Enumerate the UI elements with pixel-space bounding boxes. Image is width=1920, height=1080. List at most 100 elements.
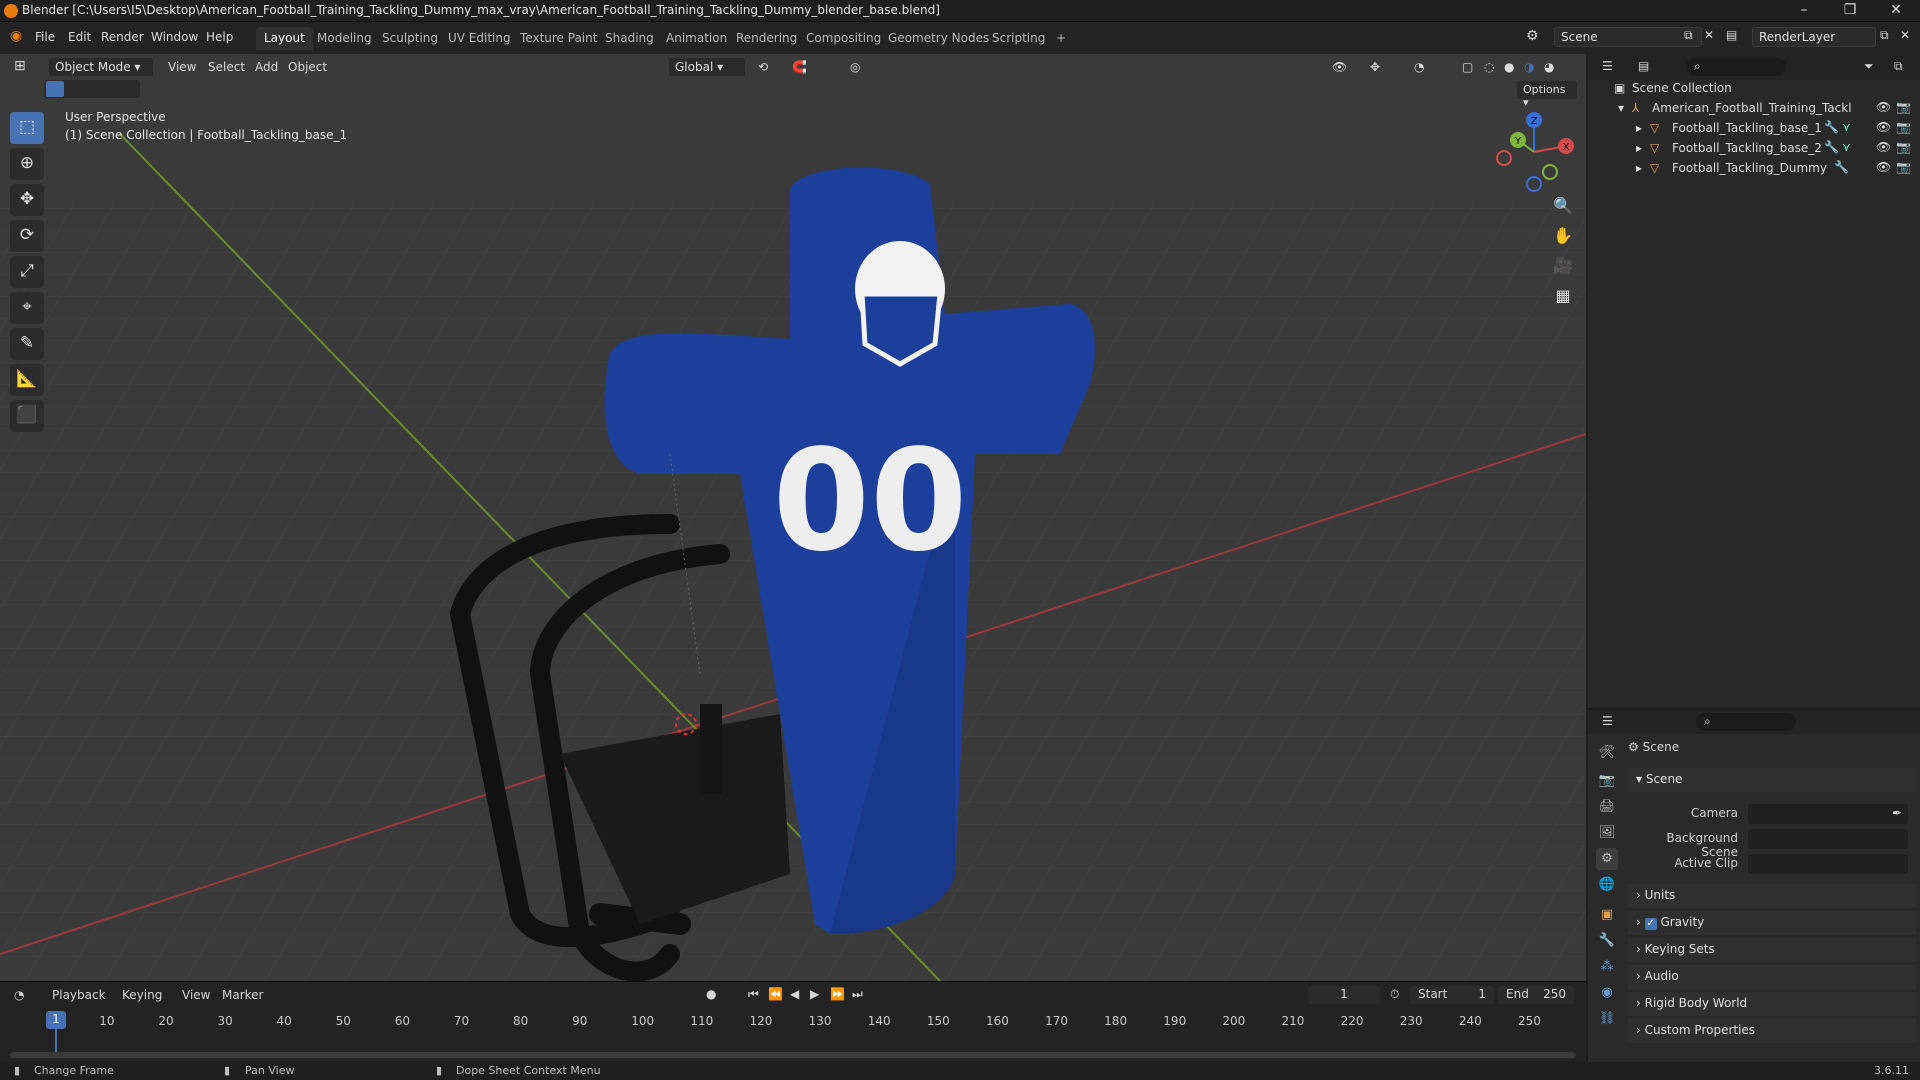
properties-search-input[interactable]: ⌕ xyxy=(1696,713,1796,731)
pan-hand-icon[interactable]: ✋ xyxy=(1548,222,1578,250)
menu-edit[interactable]: Edit xyxy=(68,30,91,44)
shading-wireframe-icon[interactable]: ◌ xyxy=(1484,60,1494,74)
render-tab-icon[interactable]: 📷 xyxy=(1596,770,1618,792)
select-mode-group[interactable] xyxy=(44,80,140,98)
mode-dropdown[interactable]: Object Mode ▾ xyxy=(48,57,154,77)
menu-select[interactable]: Select xyxy=(208,60,245,74)
tab-sculpting[interactable]: Sculpting xyxy=(374,27,446,50)
select-box-icon[interactable]: ⬚ xyxy=(10,112,44,144)
tab-geometry-nodes[interactable]: Geometry Nodes xyxy=(880,27,997,50)
snap-icon[interactable]: 🧲 xyxy=(792,60,807,74)
overlay-icon[interactable]: ◔ xyxy=(1414,60,1424,74)
tab-compositing[interactable]: Compositing xyxy=(798,27,889,50)
frame-ruler[interactable]: 10 20 30 40 50 60 70 80 90 100 110 120 130 140 150 160 1… xyxy=(0,982,1586,1042)
menu-object[interactable]: Object xyxy=(288,60,327,74)
view-layer-tab-icon[interactable]: 🖼 xyxy=(1596,822,1618,844)
eye-icon[interactable]: 👁 xyxy=(1876,160,1891,174)
scene-tab-icon[interactable]: ⚙ xyxy=(1596,848,1618,870)
audio-panel-header[interactable]: › Audio xyxy=(1628,965,1916,989)
scene-panel-header[interactable]: ▾ Scene xyxy=(1628,768,1916,792)
eyedropper-icon[interactable]: ✒ xyxy=(1892,806,1902,820)
object-tab-icon[interactable]: ▣ xyxy=(1596,904,1618,926)
eye-icon[interactable]: 👁 xyxy=(1876,120,1891,134)
rotate-tool-icon[interactable]: ⟳ xyxy=(10,220,44,252)
active-clip-field[interactable] xyxy=(1748,854,1908,874)
world-tab-icon[interactable]: 🌐 xyxy=(1596,874,1618,896)
add-workspace-button[interactable]: + xyxy=(1048,27,1074,50)
shading-material-icon[interactable]: ◑ xyxy=(1524,60,1534,74)
render-layer-field[interactable]: RenderLayer xyxy=(1752,27,1876,47)
rigid-body-world-panel-header[interactable]: › Rigid Body World xyxy=(1628,992,1916,1016)
menu-view[interactable]: View xyxy=(168,60,196,74)
menu-render[interactable]: Render xyxy=(101,30,144,44)
physics-tab-icon[interactable]: ◉ xyxy=(1596,982,1618,1004)
expand-toggle-icon[interactable]: ▾ xyxy=(1618,101,1624,115)
outliner-row-collection[interactable]: ▾ ⅄ American_Football_Training_Tackling_… xyxy=(1588,98,1920,118)
maximize-button[interactable]: ❐ xyxy=(1827,0,1873,22)
playhead[interactable]: 1 xyxy=(46,1011,66,1029)
tab-uv-editing[interactable]: UV Editing xyxy=(440,27,519,50)
outliner-row-base1[interactable]: ▸ ▽ Football_Tackling_base_1 🔧 ⋎ 👁 📷 xyxy=(1588,118,1920,138)
tab-modeling[interactable]: Modeling xyxy=(309,27,380,50)
properties-editor-icon[interactable]: ☰ xyxy=(1602,714,1613,728)
close-button[interactable]: ✕ xyxy=(1873,0,1919,22)
outliner-row-base2[interactable]: ▸ ▽ Football_Tackling_base_2 🔧 ⋎ 👁 📷 xyxy=(1588,138,1920,158)
ortho-grid-icon[interactable]: ▦ xyxy=(1548,282,1578,310)
scene-name-field[interactable]: Scene xyxy=(1554,27,1702,47)
background-scene-field[interactable] xyxy=(1748,829,1908,849)
vertex-group-icon[interactable]: ⋎ xyxy=(1842,140,1851,154)
options-dropdown[interactable]: Options ▾ xyxy=(1516,80,1578,109)
tab-shading[interactable]: Shading xyxy=(597,27,662,50)
move-tool-icon[interactable]: ✥ xyxy=(10,184,44,216)
render-camera-icon[interactable]: 📷 xyxy=(1896,100,1911,114)
navigation-gizmo[interactable]: Z X Y xyxy=(1496,110,1574,194)
menu-add[interactable]: Add xyxy=(255,60,278,74)
particles-tab-icon[interactable]: ⁂ xyxy=(1596,956,1618,978)
select-new-icon[interactable] xyxy=(46,81,64,97)
outliner-editor-icon[interactable]: ☰ xyxy=(1602,59,1613,73)
keying-sets-panel-header[interactable]: › Keying Sets xyxy=(1628,938,1916,962)
outliner-row-dummy[interactable]: ▸ ▽ Football_Tackling_Dummy 🔧 👁 📷 xyxy=(1588,158,1920,178)
render-camera-icon[interactable]: 📷 xyxy=(1896,160,1911,174)
camera-field[interactable]: ✒ xyxy=(1748,804,1908,824)
gravity-checkbox[interactable]: ✓ xyxy=(1644,918,1657,930)
expand-toggle-icon[interactable]: ▸ xyxy=(1636,121,1642,135)
menu-help[interactable]: Help xyxy=(206,30,233,44)
gizmo-toggle-icon[interactable]: ✥ xyxy=(1370,60,1380,74)
zoom-icon[interactable]: 🔍 xyxy=(1548,192,1578,220)
delete-layer-icon[interactable]: ✕ xyxy=(1900,28,1910,42)
tool-tab-icon[interactable]: 🛠 xyxy=(1596,742,1618,764)
filter-icon[interactable]: ⏷ xyxy=(1864,59,1874,74)
modifier-icon[interactable]: 🔧 xyxy=(1824,120,1839,134)
output-tab-icon[interactable]: 🖨 xyxy=(1596,796,1618,818)
new-layer-icon[interactable]: ⧉ xyxy=(1880,28,1889,43)
vertex-group-icon[interactable]: ⋎ xyxy=(1842,120,1851,134)
display-mode-icon[interactable]: ▤ xyxy=(1638,59,1649,73)
outliner-search-input[interactable]: ⌕ xyxy=(1686,58,1786,76)
delete-scene-icon[interactable]: ✕ xyxy=(1704,28,1714,42)
scene-selector-icon[interactable]: ⚙ xyxy=(1526,28,1539,44)
tab-texture-paint[interactable]: Texture Paint xyxy=(512,27,605,50)
render-layer-icon[interactable]: ▤ xyxy=(1726,28,1737,42)
scale-tool-icon[interactable]: ⤢ xyxy=(10,256,44,288)
visibility-icon[interactable]: 👁 xyxy=(1332,60,1347,74)
menu-file[interactable]: File xyxy=(35,30,55,44)
tab-layout[interactable]: Layout xyxy=(256,27,313,50)
cursor-tool-icon[interactable]: ⊕ xyxy=(10,148,44,180)
blender-menu-icon[interactable]: ◉ xyxy=(10,28,22,44)
timeline-scrollbar[interactable] xyxy=(10,1052,1576,1058)
render-camera-icon[interactable]: 📷 xyxy=(1896,120,1911,134)
shading-solid-icon[interactable]: ● xyxy=(1504,60,1514,74)
units-panel-header[interactable]: › Units xyxy=(1628,884,1916,908)
modifier-tab-icon[interactable]: 🔧 xyxy=(1596,930,1618,952)
gravity-panel-header[interactable]: › ✓ Gravity xyxy=(1628,911,1916,935)
constraints-tab-icon[interactable]: ⛓ xyxy=(1596,1008,1618,1030)
pivot-icon[interactable]: ⟲ xyxy=(758,60,768,74)
new-collection-icon[interactable]: ⧉ xyxy=(1894,59,1903,74)
xray-icon[interactable]: ▢ xyxy=(1462,60,1473,74)
modifier-icon[interactable]: 🔧 xyxy=(1834,160,1849,174)
outliner-row-scene-collection[interactable]: ▣ Scene Collection xyxy=(1588,78,1920,98)
expand-toggle-icon[interactable]: ▸ xyxy=(1636,161,1642,175)
menu-window[interactable]: Window xyxy=(151,30,198,44)
editor-type-icon[interactable]: ⊞ xyxy=(14,58,26,74)
